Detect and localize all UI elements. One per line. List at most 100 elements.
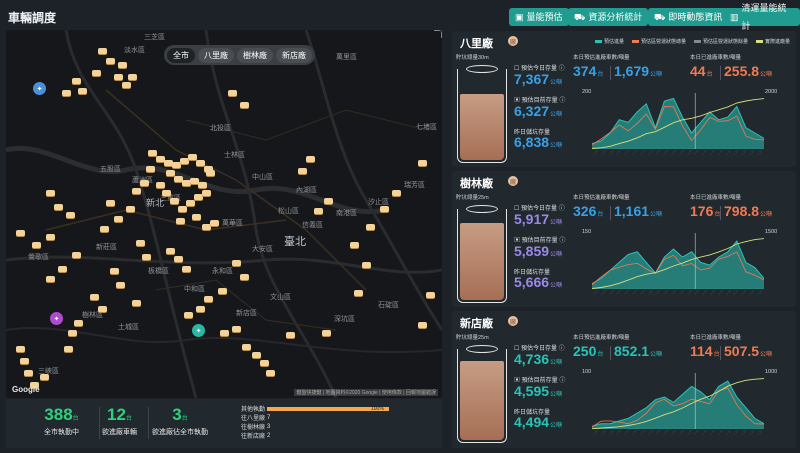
vehicle-marker[interactable] (220, 330, 229, 336)
vehicle-marker[interactable] (206, 170, 215, 176)
vehicle-marker[interactable] (148, 150, 157, 156)
vehicle-marker[interactable] (128, 74, 137, 80)
chip-bali[interactable]: 八里廠 (198, 47, 234, 63)
vehicle-marker[interactable] (204, 296, 213, 302)
vehicle-marker[interactable] (72, 252, 81, 258)
vehicle-marker[interactable] (392, 190, 401, 196)
vehicle-marker[interactable] (116, 282, 125, 288)
vehicle-marker[interactable] (314, 208, 323, 214)
vehicle-marker[interactable] (218, 288, 227, 294)
vehicle-marker[interactable] (110, 268, 119, 274)
vehicle-marker[interactable] (62, 90, 71, 96)
vehicle-marker[interactable] (174, 256, 183, 262)
vehicle-marker[interactable] (418, 160, 427, 166)
vehicle-marker[interactable] (306, 156, 315, 162)
plant-marker-shulin[interactable]: ✦ (50, 312, 63, 325)
vehicle-marker[interactable] (66, 212, 75, 218)
vehicle-marker[interactable] (426, 292, 435, 298)
vehicle-marker[interactable] (16, 346, 25, 352)
vehicle-marker[interactable] (20, 358, 29, 364)
vehicle-marker[interactable] (100, 226, 109, 232)
chip-xindian[interactable]: 新店廠 (276, 47, 312, 63)
vehicle-marker[interactable] (252, 352, 261, 358)
vehicle-marker[interactable] (90, 294, 99, 300)
vehicle-marker[interactable] (202, 190, 211, 196)
vehicle-marker[interactable] (136, 240, 145, 246)
vehicle-marker[interactable] (240, 274, 249, 280)
vehicle-marker[interactable] (24, 370, 33, 376)
vehicle-marker[interactable] (350, 242, 359, 248)
vehicle-marker[interactable] (240, 102, 249, 108)
realtime-info-button[interactable]: ⛟ 即時動態資訊 (648, 8, 729, 26)
vehicle-marker[interactable] (176, 218, 185, 224)
vehicle-marker[interactable] (266, 370, 275, 376)
resource-stats-button[interactable]: ⛟ 資源分析統計 (568, 8, 649, 26)
vehicle-marker[interactable] (46, 234, 55, 240)
vehicle-marker[interactable] (92, 70, 101, 76)
vehicle-marker[interactable] (242, 344, 251, 350)
vehicle-marker[interactable] (156, 182, 165, 188)
plant-marker-xindian[interactable]: ✦ (192, 324, 205, 337)
map[interactable]: 淡水區 三芝區 萬里區 北投區 士林區 汐止區 內湖區 中山區 新莊區 板橋區 … (6, 30, 442, 398)
vehicle-marker[interactable] (324, 198, 333, 204)
vehicle-marker[interactable] (232, 326, 241, 332)
vehicle-marker[interactable] (178, 206, 187, 212)
vehicle-marker[interactable] (126, 206, 135, 212)
vehicle-marker[interactable] (140, 180, 149, 186)
vehicle-marker[interactable] (298, 168, 307, 174)
vehicle-marker[interactable] (322, 330, 331, 336)
vehicle-marker[interactable] (54, 204, 63, 210)
chip-shulin[interactable]: 樹林廠 (237, 47, 273, 63)
vehicle-marker[interactable] (64, 346, 73, 352)
vehicle-marker[interactable] (362, 262, 371, 268)
vehicle-marker[interactable] (74, 320, 83, 326)
vehicle-marker[interactable] (106, 200, 115, 206)
chip-all-city[interactable]: 全市 (167, 47, 195, 63)
vehicle-marker[interactable] (162, 190, 171, 196)
vehicle-marker[interactable] (32, 242, 41, 248)
vehicle-marker[interactable] (16, 230, 25, 236)
vehicle-marker[interactable] (46, 276, 55, 282)
map-credit[interactable]: 鍵盤快捷鍵 | 地圖資料©2020 Google | 使用條款 | 回報地圖錯誤 (294, 389, 438, 396)
vehicle-marker[interactable] (146, 166, 155, 172)
vehicle-marker[interactable] (232, 260, 241, 266)
vehicle-marker[interactable] (192, 214, 201, 220)
vehicle-marker[interactable] (98, 306, 107, 312)
vehicle-marker[interactable] (170, 198, 179, 204)
vehicle-marker[interactable] (98, 48, 107, 54)
vehicle-marker[interactable] (132, 188, 141, 194)
vehicle-marker[interactable] (188, 154, 197, 160)
vehicle-marker[interactable] (78, 88, 87, 94)
vehicle-marker[interactable] (210, 220, 219, 226)
vehicle-marker[interactable] (132, 300, 141, 306)
vehicle-marker[interactable] (182, 266, 191, 272)
forecast-button[interactable]: ▣ 量能預估 (509, 8, 569, 26)
vehicle-marker[interactable] (58, 266, 67, 272)
vehicle-marker[interactable] (228, 90, 237, 96)
vehicle-marker[interactable] (196, 306, 205, 312)
vehicle-marker[interactable] (114, 74, 123, 80)
vehicle-marker[interactable] (186, 200, 195, 206)
fullscreen-corner[interactable] (434, 30, 442, 38)
vehicle-marker[interactable] (380, 206, 389, 212)
vehicle-marker[interactable] (118, 62, 127, 68)
vehicle-marker[interactable] (122, 82, 131, 88)
vehicle-marker[interactable] (198, 182, 207, 188)
vehicle-marker[interactable] (72, 78, 81, 84)
vehicle-marker[interactable] (418, 322, 427, 328)
vehicle-marker[interactable] (166, 170, 175, 176)
vehicle-marker[interactable] (286, 332, 295, 338)
capacity-stats-button[interactable]: ▥ 清運量能統計 (724, 3, 800, 31)
vehicle-marker[interactable] (366, 224, 375, 230)
vehicle-marker[interactable] (46, 190, 55, 196)
vehicle-marker[interactable] (196, 160, 205, 166)
vehicle-marker[interactable] (354, 290, 363, 296)
vehicle-marker[interactable] (166, 248, 175, 254)
vehicle-marker[interactable] (40, 374, 49, 380)
vehicle-marker[interactable] (184, 312, 193, 318)
vehicle-marker[interactable] (68, 330, 77, 336)
plant-marker-bali[interactable]: ✦ (33, 82, 46, 95)
vehicle-marker[interactable] (142, 254, 151, 260)
vehicle-marker[interactable] (106, 58, 115, 64)
vehicle-marker[interactable] (114, 216, 123, 222)
